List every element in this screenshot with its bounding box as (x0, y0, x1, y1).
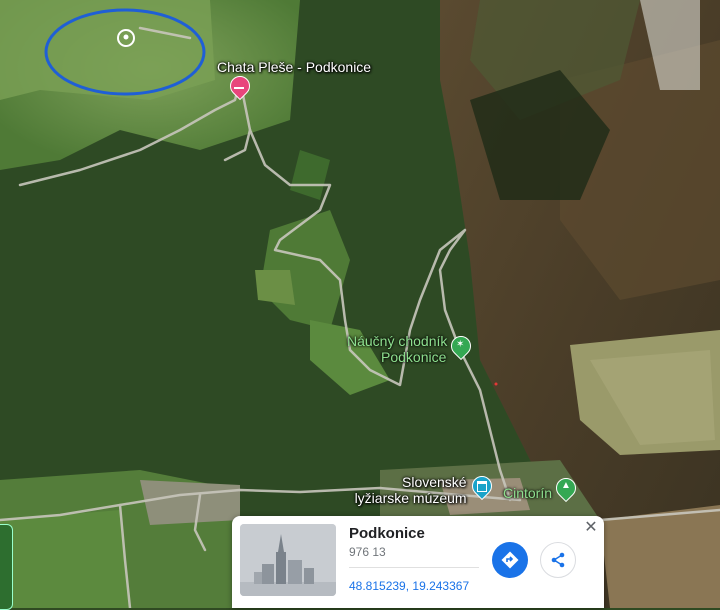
share-icon (551, 552, 565, 568)
postal-code: 976 13 (349, 545, 386, 559)
place-info-card[interactable]: Podkonice 976 13 48.815239, 19.243367 ✕ (232, 516, 604, 608)
label-chata-plese[interactable]: Chata Pleše - Podkonice (217, 59, 371, 75)
label-cintorin[interactable]: Cintorín (503, 485, 552, 501)
close-button[interactable]: ✕ (582, 519, 600, 537)
directions-icon (501, 551, 519, 569)
label-slovenske-lyziarske-muzeum[interactable]: Slovenské lyžiarske múzeum (352, 474, 467, 506)
directions-button[interactable] (492, 542, 528, 578)
collapsed-side-panel[interactable] (0, 524, 13, 610)
label-naucny-chodnik[interactable]: Náučný chodník Podkonice (347, 333, 447, 365)
card-divider (349, 567, 479, 568)
coordinates-link[interactable]: 48.815239, 19.243367 (349, 579, 469, 593)
label-naucny-chodnik-line2: Podkonice (381, 349, 447, 365)
place-thumbnail[interactable] (240, 524, 336, 596)
label-muzeum-line1: Slovenské (402, 474, 467, 490)
hiker-icon: ✶ (456, 339, 465, 350)
place-name: Podkonice (349, 525, 425, 542)
tree-icon: ▲ (561, 480, 571, 491)
bed-icon (234, 81, 244, 89)
share-button[interactable] (540, 542, 576, 578)
label-muzeum-line2: lyžiarske múzeum (354, 490, 467, 506)
label-naucny-chodnik-line1: Náučný chodník (347, 333, 448, 349)
buildings-illustration-icon (240, 524, 336, 596)
museum-building-icon (477, 481, 487, 492)
